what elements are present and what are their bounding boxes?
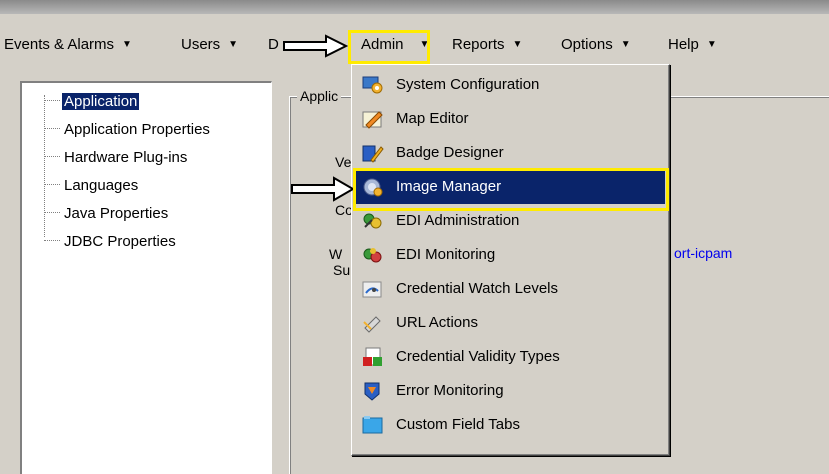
error-monitoring-icon [364,382,380,401]
tree-item-jdbc-properties[interactable]: JDBC Properties [44,231,178,253]
map-editor-icon [362,111,383,129]
system-configuration-icon [362,76,383,94]
menu-options[interactable]: Options ▼ [561,30,631,60]
support-label: Su [333,262,351,278]
tree-item-java-properties[interactable]: Java Properties [44,203,170,225]
menu-d[interactable]: D [268,30,279,60]
menu-item-system-configuration[interactable]: System Configuration [356,68,665,102]
menu-item-url-actions[interactable]: URL Actions [356,306,665,340]
tree-item-languages[interactable]: Languages [44,175,140,197]
menu-item-error-monitoring[interactable]: Error Monitoring [356,374,665,408]
menu-item-custom-field-tabs[interactable]: Custom Field Tabs [356,408,665,442]
edi-administration-icon [363,213,382,229]
groupbox-label: Applic [297,88,342,104]
chevron-down-icon: ▼ [512,39,523,50]
menu-help[interactable]: Help ▼ [668,30,717,60]
settings-tree: Application Application Properties Hardw… [20,81,272,474]
custom-field-tabs-icon [362,416,383,434]
credential-validity-types-icon [363,347,382,366]
tree-item-application[interactable]: Application [44,91,140,113]
version-label: Ve [335,154,352,170]
annotation-arrow-icon [291,176,355,202]
chevron-down-icon: ▼ [620,39,631,50]
admin-highlight-box [348,30,430,64]
edi-monitoring-icon [363,248,382,263]
menu-item-map-editor[interactable]: Map Editor [356,102,665,136]
tree-item-application-properties[interactable]: Application Properties [44,119,212,141]
menu-item-badge-designer[interactable]: Badge Designer [356,136,665,170]
support-link[interactable]: ort-icpam [674,245,732,261]
chevron-down-icon: ▼ [122,39,132,50]
url-actions-icon [363,316,381,333]
annotation-arrow-icon [283,34,349,58]
menu-users[interactable]: Users ▼ [181,30,238,60]
admin-dropdown-menu: System Configuration Map Editor Badge De… [351,64,670,456]
tree-item-hardware-plugins[interactable]: Hardware Plug-ins [44,147,189,169]
chevron-down-icon: ▼ [228,39,239,50]
menu-item-credential-validity-types[interactable]: Credential Validity Types [356,340,665,374]
chevron-down-icon: ▼ [706,39,717,50]
menu-item-edi-monitoring[interactable]: EDI Monitoring [356,238,665,272]
menu-reports[interactable]: Reports ▼ [452,30,522,60]
credential-watch-levels-icon [362,281,382,298]
menu-events-alarms[interactable]: Events & Alarms ▼ [4,30,132,60]
menu-item-credential-watch-levels[interactable]: Credential Watch Levels [356,272,665,306]
image-manager-highlight-box [353,168,669,211]
window-top-strip [0,0,829,14]
website-label: W [329,246,343,262]
badge-designer-icon [362,145,384,163]
